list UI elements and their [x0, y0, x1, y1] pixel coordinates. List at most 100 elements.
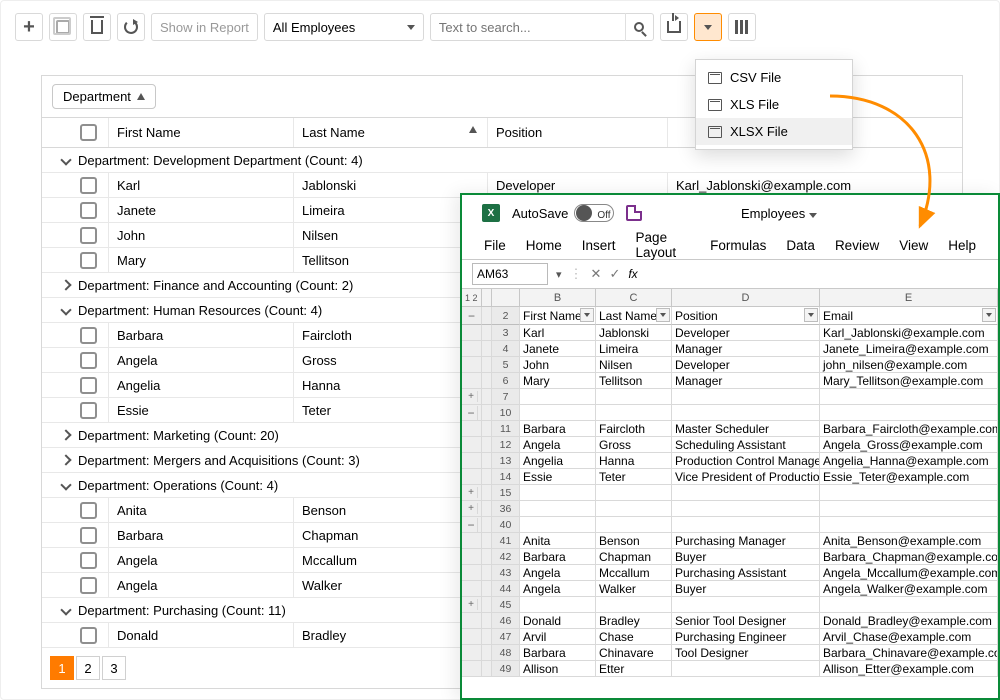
outline-expand-icon[interactable]: + — [465, 391, 478, 402]
cell[interactable]: Angelia_Hanna@example.com — [820, 453, 998, 468]
excel-row[interactable]: 14EssieTeterVice President of Production… — [462, 469, 998, 485]
cell[interactable]: Scheduling Assistant — [672, 437, 820, 452]
col-position[interactable]: Position — [487, 118, 667, 147]
cell[interactable] — [672, 405, 820, 420]
cell[interactable]: Buyer — [672, 549, 820, 564]
cell[interactable] — [820, 485, 998, 500]
cell[interactable]: Senior Tool Designer — [672, 613, 820, 628]
col-first-name[interactable]: First Name — [108, 118, 293, 147]
export-button[interactable] — [660, 13, 688, 41]
cell[interactable] — [672, 661, 820, 676]
excel-row[interactable]: +36 — [462, 501, 998, 517]
refresh-button[interactable] — [117, 13, 145, 41]
outline-expand-icon[interactable]: + — [465, 599, 478, 610]
cell[interactable]: Chinavare — [596, 645, 672, 660]
cell[interactable] — [820, 405, 998, 420]
col-c[interactable]: C — [596, 289, 672, 306]
row-number[interactable]: 7 — [492, 389, 520, 404]
cell[interactable]: Angela_Mccallum@example.com — [820, 565, 998, 580]
cell[interactable] — [520, 501, 596, 516]
clone-button[interactable] — [49, 13, 77, 41]
cell[interactable]: John — [520, 357, 596, 372]
cell[interactable]: Donald — [520, 613, 596, 628]
cell[interactable]: Barbara — [520, 549, 596, 564]
cell[interactable]: Hanna — [596, 453, 672, 468]
column-chooser-button[interactable] — [728, 13, 756, 41]
row-number[interactable]: 3 — [492, 325, 520, 340]
cell[interactable]: john_nilsen@example.com — [820, 357, 998, 372]
checkbox-icon[interactable] — [80, 402, 97, 419]
row-number[interactable]: 49 — [492, 661, 520, 676]
cell[interactable] — [820, 597, 998, 612]
tab-layout[interactable]: Page Layout — [636, 230, 691, 260]
row-number[interactable]: 40 — [492, 517, 520, 532]
excel-row[interactable]: 49AllisonEtterAllison_Etter@example.com — [462, 661, 998, 677]
cell[interactable] — [596, 405, 672, 420]
row-number[interactable]: 36 — [492, 501, 520, 516]
cell[interactable] — [820, 389, 998, 404]
col-d[interactable]: D — [672, 289, 820, 306]
outline-collapse-icon[interactable]: − — [465, 518, 478, 532]
cell[interactable] — [596, 501, 672, 516]
cell[interactable] — [596, 517, 672, 532]
delete-button[interactable] — [83, 13, 111, 41]
cell[interactable]: Angelia — [520, 453, 596, 468]
select-all[interactable] — [68, 124, 108, 141]
cell[interactable] — [672, 501, 820, 516]
cancel-formula-icon[interactable]: ✕ — [591, 266, 602, 282]
cell[interactable] — [672, 517, 820, 532]
cell[interactable]: Arvil_Chase@example.com — [820, 629, 998, 644]
namebox-dropdown-icon[interactable]: ▾ — [556, 268, 562, 281]
cell[interactable]: Essie — [520, 469, 596, 484]
cell[interactable]: Purchasing Engineer — [672, 629, 820, 644]
name-box[interactable] — [472, 263, 548, 285]
cell[interactable] — [520, 597, 596, 612]
cell[interactable]: Barbara_Chinavare@example.com — [820, 645, 998, 660]
tab-file[interactable]: File — [484, 238, 506, 253]
row-number[interactable]: 46 — [492, 613, 520, 628]
row-number[interactable]: 14 — [492, 469, 520, 484]
new-button[interactable] — [15, 13, 43, 41]
cell[interactable]: Barbara_Chapman@example.com — [820, 549, 998, 564]
row-number[interactable]: 2 — [492, 307, 520, 325]
search-input[interactable] — [431, 20, 625, 35]
excel-row[interactable]: 46DonaldBradleySenior Tool DesignerDonal… — [462, 613, 998, 629]
row-number[interactable]: 6 — [492, 373, 520, 388]
cell[interactable]: Allison_Etter@example.com — [820, 661, 998, 676]
enter-formula-icon[interactable]: ✓ — [609, 266, 620, 282]
search-button[interactable] — [625, 13, 653, 41]
row-number[interactable]: 42 — [492, 549, 520, 564]
cell[interactable] — [596, 389, 672, 404]
cell[interactable]: Barbara — [520, 421, 596, 436]
cell[interactable]: Chapman — [596, 549, 672, 564]
outline-expand-icon[interactable]: + — [465, 487, 478, 498]
cell[interactable]: Limeira — [596, 341, 672, 356]
col-b[interactable]: B — [520, 289, 596, 306]
page-1[interactable]: 1 — [50, 656, 74, 680]
checkbox-icon[interactable] — [80, 377, 97, 394]
cell[interactable] — [520, 389, 596, 404]
excel-row[interactable]: 6MaryTellitsonManagerMary_Tellitson@exam… — [462, 373, 998, 389]
tab-data[interactable]: Data — [786, 238, 815, 253]
filter-dropdown-icon[interactable] — [804, 308, 818, 322]
cell[interactable]: Developer — [672, 325, 820, 340]
excel-row[interactable]: 43AngelaMccallumPurchasing AssistantAnge… — [462, 565, 998, 581]
col-e[interactable]: E — [820, 289, 998, 306]
cell[interactable] — [520, 517, 596, 532]
cell[interactable] — [520, 405, 596, 420]
cell[interactable]: Janete — [520, 341, 596, 356]
row-number[interactable]: 10 — [492, 405, 520, 420]
autosave-toggle[interactable]: AutoSave Off — [512, 204, 614, 222]
row-number[interactable]: 45 — [492, 597, 520, 612]
cell[interactable]: Etter — [596, 661, 672, 676]
cell[interactable]: Karl — [520, 325, 596, 340]
cell[interactable]: Teter — [596, 469, 672, 484]
row-number[interactable]: 43 — [492, 565, 520, 580]
cell[interactable]: Benson — [596, 533, 672, 548]
excel-row[interactable]: 4JaneteLimeiraManagerJanete_Limeira@exam… — [462, 341, 998, 357]
row-number[interactable]: 5 — [492, 357, 520, 372]
excel-row[interactable]: 5JohnNilsenDeveloperjohn_nilsen@example.… — [462, 357, 998, 373]
row-number[interactable]: 11 — [492, 421, 520, 436]
excel-row[interactable]: +15 — [462, 485, 998, 501]
tab-insert[interactable]: Insert — [582, 238, 616, 253]
